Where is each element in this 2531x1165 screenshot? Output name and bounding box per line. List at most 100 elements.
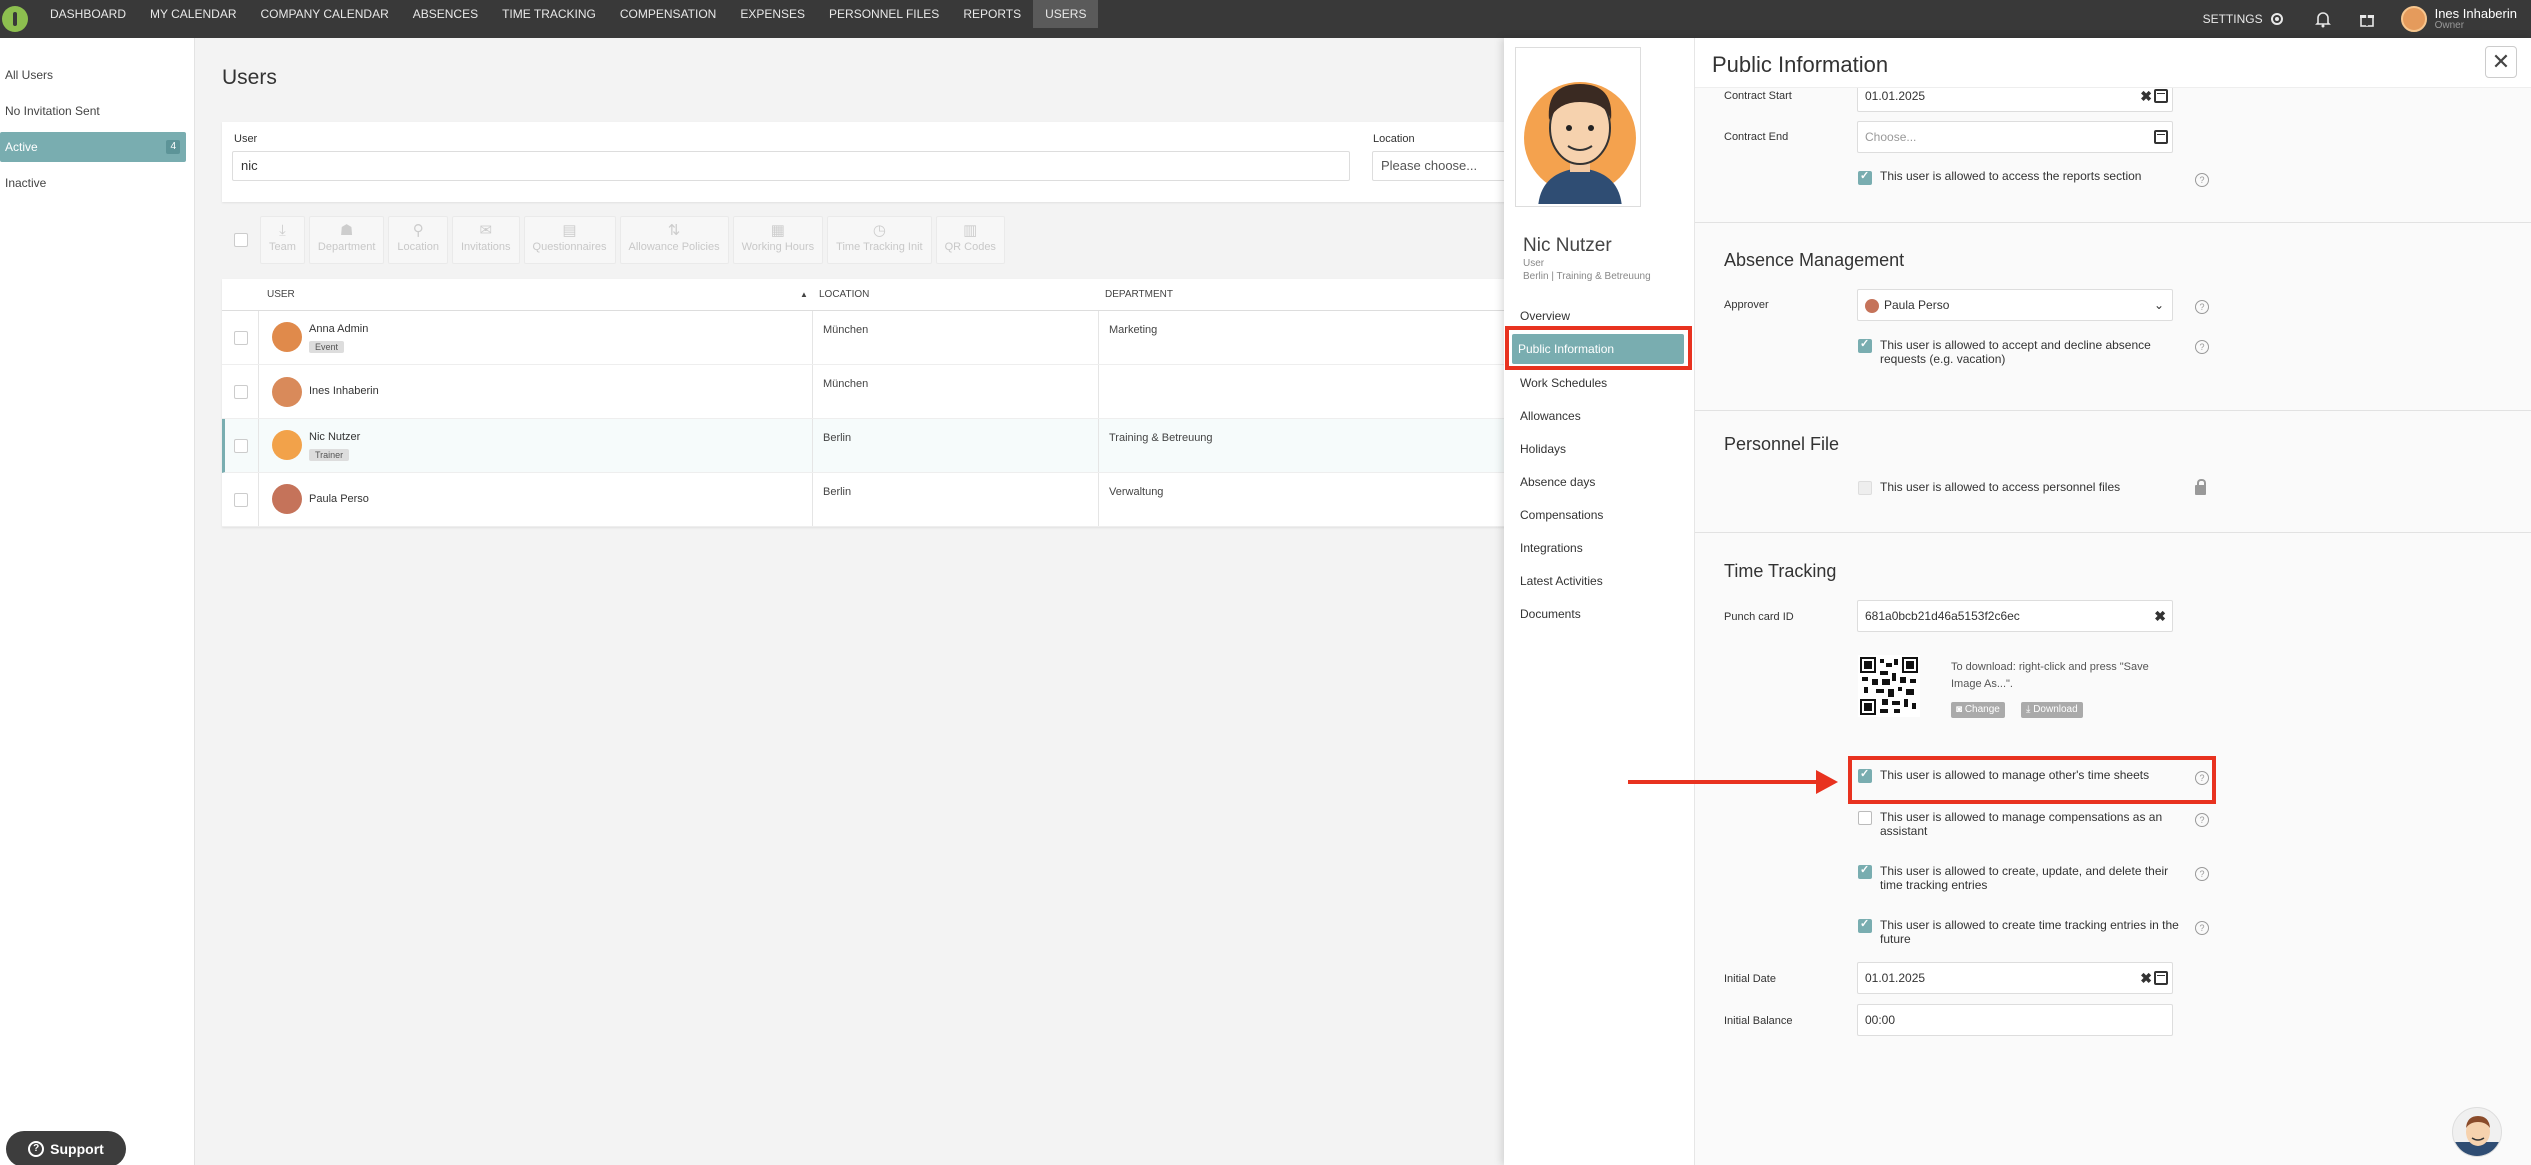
table-row[interactable]: Anna Admin Event München Marketing [222,311,1522,365]
department-button[interactable]: ☗ Department [308,216,385,264]
initial-balance-input[interactable]: 00:00 [1857,1004,2173,1036]
initial-date-input[interactable]: 01.01.2025 ✖ [1857,962,2173,994]
row-checkbox[interactable] [234,493,248,507]
panel-nav-work-schedules[interactable]: Work Schedules [1514,368,1690,398]
personnel-files-checkbox[interactable] [1858,481,1872,495]
personnel-files-label: This user is allowed to access personnel… [1880,480,2121,494]
team-button[interactable]: ⤓ Team [260,216,305,264]
contract-end-input[interactable]: Choose... [1857,121,2173,153]
user-name[interactable]: Nic Nutzer [309,431,360,443]
annotation-arrow-head [1816,770,1838,794]
app-logo[interactable] [2,6,28,32]
panel-nav-integrations[interactable]: Integrations [1514,533,1690,563]
panel-nav-absence-days[interactable]: Absence days [1514,467,1690,497]
punch-card-qr-code[interactable] [1858,655,1920,717]
filter-inactive[interactable]: Inactive [0,168,186,198]
main-nav: DASHBOARD MY CALENDAR COMPANY CALENDAR A… [38,0,1099,38]
nav-compensation[interactable]: COMPENSATION [608,0,728,28]
calendar-icon[interactable] [2154,971,2168,985]
download-qr-button[interactable]: ⤓ Download [2021,702,2083,718]
nav-my-calendar[interactable]: MY CALENDAR [138,0,248,28]
avatar [272,484,302,514]
close-button[interactable]: ✕ [2485,46,2517,78]
user-menu[interactable]: Ines Inhaberin Owner [2400,6,2517,32]
panel-nav-latest-activities[interactable]: Latest Activities [1514,566,1690,596]
filter-count-badge: 4 [166,140,180,154]
filter-all-users[interactable]: All Users [0,60,186,90]
nav-personnel-files[interactable]: PERSONNEL FILES [817,0,951,28]
clear-icon[interactable]: ✖ [2140,963,2152,993]
punch-card-label: Punch card ID [1724,611,1794,623]
help-assistant-avatar[interactable] [2452,1107,2502,1157]
manage-compensations-label: This user is allowed to manage compensat… [1880,810,2163,838]
download-icon: ⤓ [279,222,286,239]
nav-reports[interactable]: REPORTS [951,0,1033,28]
divider [1098,311,1099,364]
future-entries-checkbox[interactable] [1858,917,1872,933]
panel-user-role: User [1523,258,1545,269]
punch-card-input[interactable]: 681a0bcb21d46a5153f2c6ec ✖ [1857,600,2173,632]
reports-access-checkbox[interactable] [1858,169,1872,185]
reports-access-label: This user is allowed to access the repor… [1880,169,2142,183]
change-qr-button[interactable]: ◙ Change [1951,702,2005,718]
calendar-icon[interactable] [2154,130,2168,144]
user-name[interactable]: Paula Perso [309,493,369,505]
filter-no-invitation-sent[interactable]: No Invitation Sent [0,96,186,126]
nav-dashboard[interactable]: DASHBOARD [38,0,138,28]
table-row[interactable]: Nic Nutzer Trainer Berlin Training & Bet… [222,419,1522,473]
panel-nav-holidays[interactable]: Holidays [1514,434,1690,464]
user-name[interactable]: Anna Admin [309,323,368,335]
working-hours-button[interactable]: ▦ Working Hours [732,216,824,264]
help-icon[interactable]: ? [2195,867,2209,881]
table-row[interactable]: Paula Perso Berlin Verwaltung [222,473,1522,527]
column-user[interactable]: USER [267,289,295,300]
help-icon[interactable]: ? [2195,813,2209,827]
invitations-label: Invitations [460,241,511,253]
help-icon[interactable]: ? [2195,173,2209,187]
questionnaires-button[interactable]: ▤ Questionnaires [523,216,616,264]
approver-select[interactable]: Paula Perso ⌄ [1857,289,2173,321]
sort-asc-icon[interactable]: ▲ [800,290,808,299]
user-search-input[interactable]: nic [232,151,1350,181]
row-checkbox[interactable] [234,331,248,345]
nav-users[interactable]: USERS [1033,0,1099,28]
panel-nav-documents[interactable]: Documents [1514,599,1690,629]
gift-icon[interactable] [2357,9,2377,29]
crud-entries-checkbox[interactable] [1858,863,1872,879]
divider [1098,419,1099,472]
allowance-policies-button[interactable]: ⇅ Allowance Policies [619,216,729,264]
nav-expenses[interactable]: EXPENSES [728,0,817,28]
qr-codes-button[interactable]: ▥ QR Codes [935,216,1005,264]
absence-approve-checkbox[interactable] [1858,337,1872,353]
column-department[interactable]: DEPARTMENT [1105,289,1173,300]
location-button[interactable]: ⚲ Location [388,216,448,264]
clear-icon[interactable]: ✖ [2154,601,2166,631]
support-button[interactable]: ? Support [6,1131,126,1165]
calendar-icon[interactable] [2154,89,2168,103]
invitations-button[interactable]: ✉ Invitations [451,216,520,264]
profile-avatar-illustration [1524,82,1636,204]
column-location[interactable]: LOCATION [819,289,869,300]
help-icon[interactable]: ? [2195,300,2209,314]
time-tracking-init-button[interactable]: ◷ Time Tracking Init [827,216,932,264]
manage-compensations-checkbox[interactable] [1858,811,1872,825]
table-row[interactable]: Ines Inhaberin München [222,365,1522,419]
nav-company-calendar[interactable]: COMPANY CALENDAR [248,0,400,28]
profile-picture[interactable] [1516,48,1640,206]
bell-icon[interactable] [2313,9,2333,29]
panel-nav-compensations[interactable]: Compensations [1514,500,1690,530]
nav-absences[interactable]: ABSENCES [401,0,490,28]
chevron-down-icon[interactable]: ⌄ [2154,290,2164,320]
nav-time-tracking[interactable]: TIME TRACKING [490,0,608,28]
select-all-checkbox[interactable] [234,233,248,247]
settings-link[interactable]: SETTINGS [2203,11,2285,27]
panel-nav-allowances[interactable]: Allowances [1514,401,1690,431]
user-name[interactable]: Ines Inhaberin [309,385,379,397]
close-icon: ✕ [2491,49,2511,74]
filter-active[interactable]: Active 4 [0,132,186,162]
row-checkbox[interactable] [234,439,248,453]
help-icon[interactable]: ? [2195,921,2209,935]
row-checkbox[interactable] [234,385,248,399]
location-select[interactable]: Please choose... [1372,151,1512,181]
help-icon[interactable]: ? [2195,340,2209,354]
